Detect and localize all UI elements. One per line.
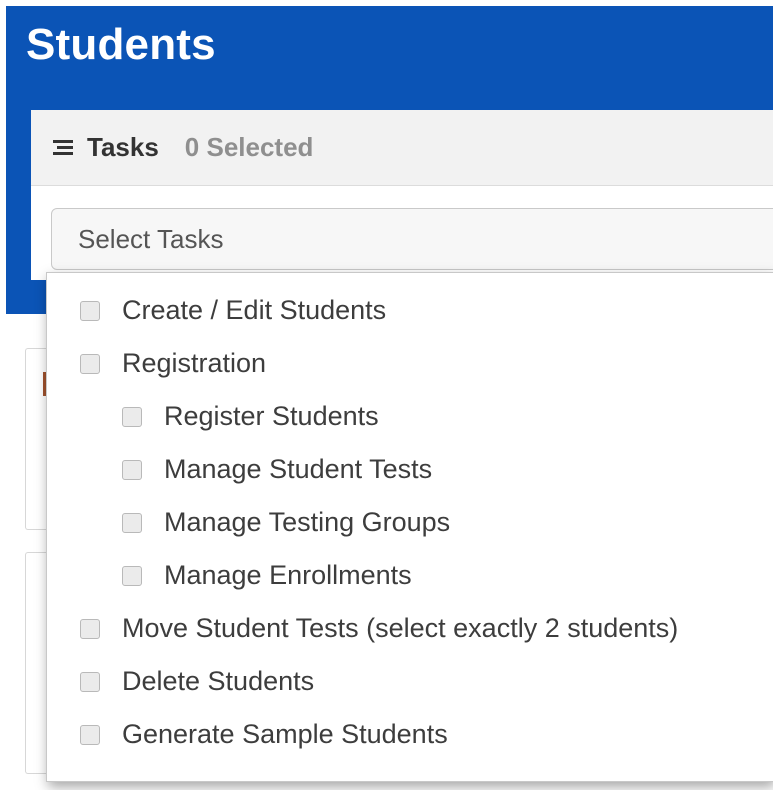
checkbox[interactable] bbox=[80, 353, 100, 374]
option-label: Registration bbox=[122, 348, 267, 378]
option-label: Manage Enrollments bbox=[164, 560, 412, 590]
tasks-dropdown-menu: Create / Edit Students Registration Regi… bbox=[46, 272, 773, 782]
checkbox[interactable] bbox=[122, 459, 142, 480]
option-label: Manage Testing Groups bbox=[164, 507, 451, 537]
page-title: Students bbox=[26, 20, 216, 69]
page-header: Students Tasks 0 Selected Select Tasks bbox=[6, 6, 773, 314]
option-delete-students[interactable]: Delete Students bbox=[80, 666, 314, 697]
option-registration[interactable]: Registration bbox=[80, 348, 266, 379]
checkbox[interactable] bbox=[122, 565, 142, 586]
checkbox[interactable] bbox=[122, 512, 142, 533]
option-generate-sample-students[interactable]: Generate Sample Students bbox=[80, 719, 448, 750]
option-label: Generate Sample Students bbox=[122, 719, 448, 749]
option-manage-enrollments[interactable]: Manage Enrollments bbox=[122, 560, 412, 591]
option-move-student-tests[interactable]: Move Student Tests (select exactly 2 stu… bbox=[80, 613, 678, 644]
option-label: Register Students bbox=[164, 401, 379, 431]
option-label: Create / Edit Students bbox=[122, 295, 387, 325]
option-register-students[interactable]: Register Students bbox=[122, 401, 379, 432]
option-label: Delete Students bbox=[122, 666, 315, 696]
tasks-label: Tasks bbox=[87, 132, 159, 162]
checkbox[interactable] bbox=[122, 406, 142, 427]
checkbox[interactable] bbox=[80, 300, 100, 321]
option-label: Manage Student Tests bbox=[164, 454, 433, 484]
checkbox[interactable] bbox=[80, 618, 100, 639]
tasks-panel: Tasks 0 Selected Select Tasks bbox=[31, 110, 773, 280]
select-tasks-dropdown[interactable]: Select Tasks bbox=[51, 208, 773, 270]
checkbox[interactable] bbox=[80, 671, 100, 692]
checkbox[interactable] bbox=[80, 724, 100, 745]
option-manage-testing-groups[interactable]: Manage Testing Groups bbox=[122, 507, 450, 538]
list-icon bbox=[53, 140, 73, 155]
option-create-edit-students[interactable]: Create / Edit Students bbox=[80, 295, 386, 326]
tasks-panel-header: Tasks 0 Selected bbox=[31, 110, 773, 186]
option-manage-student-tests[interactable]: Manage Student Tests bbox=[122, 454, 432, 485]
selected-count: 0 Selected bbox=[184, 132, 314, 162]
option-label: Move Student Tests (select exactly 2 stu… bbox=[122, 613, 679, 643]
